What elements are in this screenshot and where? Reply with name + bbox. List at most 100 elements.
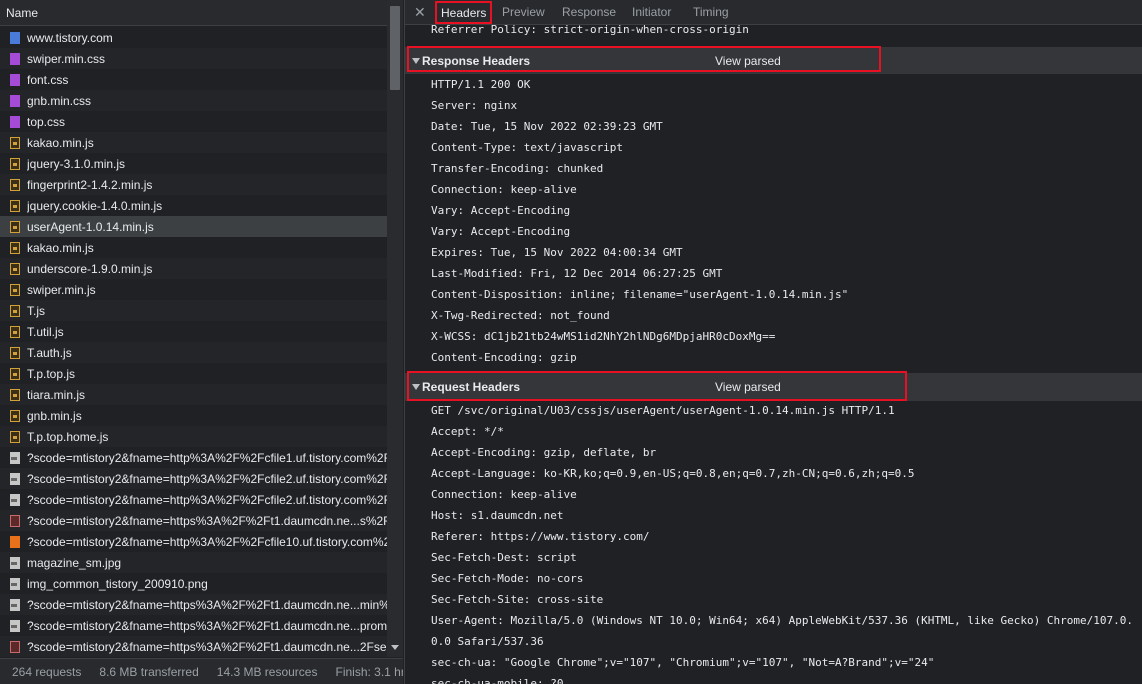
header-line: Vary: Accept-Encoding [431, 204, 571, 217]
request-row[interactable]: underscore-1.9.0.min.js [0, 258, 387, 279]
request-row[interactable]: ?scode=mtistory2&fname=https%3A%2F%2Ft1.… [0, 594, 387, 615]
header-line: Sec-Fetch-Dest: script [431, 551, 577, 564]
header-line: Server: nginx [431, 99, 518, 112]
header-line: Date: Tue, 15 Nov 2022 02:39:23 GMT [431, 120, 663, 133]
request-row[interactable]: ?scode=mtistory2&fname=https%3A%2F%2Ft1.… [0, 636, 387, 657]
request-headers-highlight [407, 371, 907, 401]
script-icon [10, 157, 20, 170]
request-row[interactable]: swiper.min.js [0, 279, 387, 300]
request-row[interactable]: T.p.top.home.js [0, 426, 387, 447]
request-row[interactable]: fingerprint2-1.4.2.min.js [0, 174, 387, 195]
script-icon [10, 346, 20, 359]
header-line: Referer: https://www.tistory.com/ [431, 530, 650, 543]
request-row[interactable]: swiper.min.css [0, 48, 387, 69]
name-column-header[interactable]: Name [0, 0, 387, 26]
header-line: Sec-Fetch-Site: cross-site [431, 593, 604, 606]
request-row[interactable]: img_common_tistory_200910.png [0, 573, 387, 594]
header-line: Accept-Language: ko-KR,ko;q=0.9,en-US;q=… [431, 467, 915, 480]
request-name: T.p.top.js [27, 366, 76, 381]
request-row[interactable]: www.tistory.com [0, 27, 387, 48]
scroll-down-arrow-icon[interactable] [391, 645, 399, 650]
response-headers-highlight [407, 46, 881, 72]
stylesheet-icon [10, 115, 20, 128]
image-orange-icon [10, 535, 20, 548]
image-icon [10, 472, 20, 485]
request-name: swiper.min.js [27, 282, 96, 297]
headers-content: Referrer Policy: strict-origin-when-cros… [405, 25, 1142, 684]
request-row[interactable]: kakao.min.js [0, 132, 387, 153]
header-line: Content-Encoding: gzip [431, 351, 577, 364]
script-icon [10, 283, 20, 296]
script-icon [10, 136, 20, 149]
request-row[interactable]: ?scode=mtistory2&fname=http%3A%2F%2Fcfil… [0, 489, 387, 510]
request-name: top.css [27, 114, 66, 129]
request-row[interactable]: font.css [0, 69, 387, 90]
scrollbar-thumb[interactable] [390, 6, 400, 90]
request-name: kakao.min.js [27, 240, 94, 255]
image-red-icon [10, 640, 20, 653]
header-line: Connection: keep-alive [431, 488, 577, 501]
request-row[interactable]: jquery-3.1.0.min.js [0, 153, 387, 174]
request-list-scrollbar[interactable] [387, 0, 403, 657]
request-name: T.util.js [27, 324, 64, 339]
stylesheet-icon [10, 73, 20, 86]
header-line: Vary: Accept-Encoding [431, 225, 571, 238]
request-list-panel: Name www.tistory.com swiper.min.css font.c… [0, 0, 403, 684]
request-row[interactable]: gnb.min.css [0, 90, 387, 111]
status-bar: 264 requests 8.6 MB transferred 14.3 MB … [0, 658, 403, 684]
request-row[interactable]: ?scode=mtistory2&fname=http%3A%2F%2Fcfil… [0, 468, 387, 489]
request-row[interactable]: ?scode=mtistory2&fname=http%3A%2F%2Fcfil… [0, 531, 387, 552]
request-name: kakao.min.js [27, 135, 94, 150]
request-row[interactable]: tiara.min.js [0, 384, 387, 405]
request-row[interactable]: ?scode=mtistory2&fname=http%3A%2F%2Fcfil… [0, 447, 387, 468]
request-row[interactable]: userAgent-1.0.14.min.js [0, 216, 387, 237]
request-name: fingerprint2-1.4.2.min.js [27, 177, 153, 192]
close-icon[interactable]: ✕ [414, 4, 426, 21]
transferred-size: 8.6 MB transferred [99, 664, 199, 679]
tab-response[interactable]: Response [562, 5, 616, 19]
tab-initiator[interactable]: Initiator [632, 5, 671, 19]
request-name: ?scode=mtistory2&fname=https%3A%2F%2Ft1.… [27, 513, 387, 528]
stylesheet-icon [10, 94, 20, 107]
tab-preview[interactable]: Preview [502, 5, 545, 19]
request-row[interactable]: T.js [0, 300, 387, 321]
request-row[interactable]: kakao.min.js [0, 237, 387, 258]
headers-detail-panel: ✕ Headers Preview Response Initiator Tim… [404, 0, 1142, 684]
detail-tab-bar: ✕ Headers Preview Response Initiator Tim… [405, 0, 1142, 25]
request-name: T.auth.js [27, 345, 72, 360]
request-row[interactable]: top.css [0, 111, 387, 132]
script-icon [10, 388, 20, 401]
request-row[interactable]: T.auth.js [0, 342, 387, 363]
request-name: ?scode=mtistory2&fname=https%3A%2F%2Ft1.… [27, 639, 387, 654]
header-line: Sec-Fetch-Mode: no-cors [431, 572, 584, 585]
request-row[interactable]: T.util.js [0, 321, 387, 342]
request-name: ?scode=mtistory2&fname=https%3A%2F%2Ft1.… [27, 597, 387, 612]
script-icon [10, 430, 20, 443]
request-name: ?scode=mtistory2&fname=http%3A%2F%2Fcfil… [27, 534, 387, 549]
request-name: jquery-3.1.0.min.js [27, 156, 126, 171]
request-row[interactable]: magazine_sm.jpg [0, 552, 387, 573]
header-line: User-Agent: Mozilla/5.0 (Windows NT 10.0… [431, 614, 1133, 627]
request-name: userAgent-1.0.14.min.js [27, 219, 154, 234]
request-row[interactable]: ?scode=mtistory2&fname=https%3A%2F%2Ft1.… [0, 510, 387, 531]
request-name: font.css [27, 72, 69, 87]
request-row[interactable]: gnb.min.js [0, 405, 387, 426]
request-name: magazine_sm.jpg [27, 555, 122, 570]
header-line: Accept: */* [431, 425, 504, 438]
header-line: Content-Disposition: inline; filename="u… [431, 288, 849, 301]
header-line: sec-ch-ua: "Google Chrome";v="107", "Chr… [431, 656, 935, 669]
request-name: ?scode=mtistory2&fname=http%3A%2F%2Fcfil… [27, 492, 387, 507]
request-row[interactable]: ?scode=mtistory2&fname=https%3A%2F%2Ft1.… [0, 615, 387, 636]
referrer-policy: Referrer Policy: strict-origin-when-cros… [431, 25, 749, 36]
image-icon [10, 577, 20, 590]
request-row[interactable]: jquery.cookie-1.4.0.min.js [0, 195, 387, 216]
request-name: underscore-1.9.0.min.js [27, 261, 153, 276]
tab-headers[interactable]: Headers [435, 1, 492, 24]
request-count: 264 requests [12, 664, 82, 679]
image-icon [10, 451, 20, 464]
header-line: sec-ch-ua-mobile: ?0 [431, 677, 564, 684]
header-line: Content-Type: text/javascript [431, 141, 624, 154]
script-icon [10, 220, 20, 233]
request-row[interactable]: T.p.top.js [0, 363, 387, 384]
tab-timing[interactable]: Timing [693, 5, 729, 19]
